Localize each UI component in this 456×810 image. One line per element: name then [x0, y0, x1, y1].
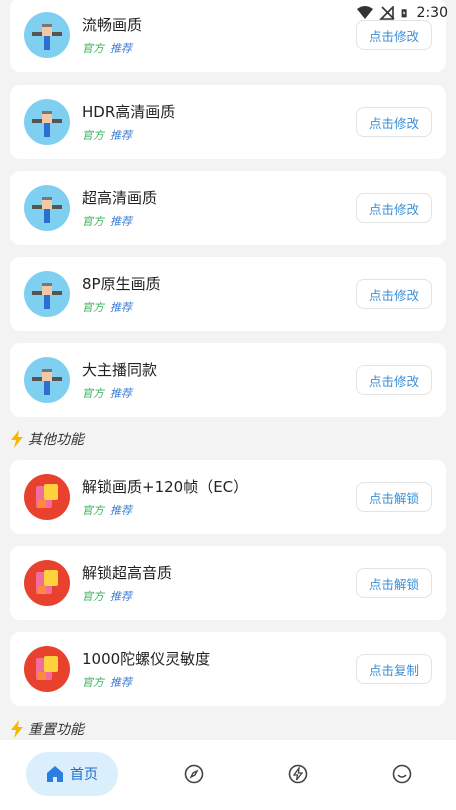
tag-official: 官方	[82, 215, 104, 228]
list-item[interactable]: HDR高清画质 官方 推荐 点击修改	[10, 85, 446, 159]
tag-official: 官方	[82, 42, 104, 55]
modify-button[interactable]: 点击修改	[356, 365, 432, 395]
smile-icon[interactable]	[392, 764, 412, 784]
modify-button[interactable]: 点击修改	[356, 107, 432, 137]
tag-official: 官方	[82, 129, 104, 142]
bottom-nav: 首页	[0, 740, 456, 810]
tag-official: 官方	[82, 387, 104, 400]
tag-recommend: 推荐	[110, 129, 132, 142]
item-title: 8P原生画质	[82, 275, 161, 293]
section-header-reset: 重置功能	[10, 718, 84, 740]
nav-home-label: 首页	[70, 767, 98, 783]
tag-recommend: 推荐	[110, 676, 132, 689]
tools-icon	[24, 271, 70, 317]
tools-icon	[24, 99, 70, 145]
tag-official: 官方	[82, 676, 104, 689]
puzzle-icon	[24, 646, 70, 692]
tag-recommend: 推荐	[110, 590, 132, 603]
item-title: 超高清画质	[82, 189, 158, 207]
tag-recommend: 推荐	[110, 301, 132, 314]
item-title: 解锁超高音质	[82, 564, 173, 582]
compass-icon[interactable]	[184, 764, 204, 784]
item-title: 解锁画质+120帧（EC）	[82, 478, 249, 496]
tag-recommend: 推荐	[110, 215, 132, 228]
list-item[interactable]: 1000陀螺仪灵敏度 官方 推荐 点击复制	[10, 632, 446, 706]
tag-recommend: 推荐	[110, 504, 132, 517]
item-title: 1000陀螺仪灵敏度	[82, 650, 211, 668]
puzzle-icon	[24, 474, 70, 520]
tools-icon	[24, 357, 70, 403]
status-bar: 2:30	[356, 0, 456, 26]
status-time: 2:30	[416, 5, 448, 21]
list-item[interactable]: 8P原生画质 官方 推荐 点击修改	[10, 257, 446, 331]
wifi-icon	[356, 6, 373, 19]
bolt-icon	[11, 720, 23, 738]
list-item[interactable]: 大主播同款 官方 推荐 点击修改	[10, 343, 446, 417]
item-title: 流畅画质	[82, 16, 143, 34]
modify-button[interactable]: 点击修改	[356, 279, 432, 309]
home-icon	[47, 766, 63, 782]
tag-recommend: 推荐	[110, 387, 132, 400]
item-title: 大主播同款	[82, 361, 158, 379]
puzzle-icon	[24, 560, 70, 606]
tools-icon	[24, 12, 70, 58]
item-title: HDR高清画质	[82, 103, 176, 121]
section-title: 其他功能	[28, 432, 84, 448]
unlock-button[interactable]: 点击解锁	[356, 568, 432, 598]
unlock-button[interactable]: 点击解锁	[356, 482, 432, 512]
section-header-other: 其他功能	[10, 428, 84, 450]
list-item[interactable]: 解锁画质+120帧（EC） 官方 推荐 点击解锁	[10, 460, 446, 534]
nav-home[interactable]: 首页	[26, 752, 118, 796]
tag-recommend: 推荐	[110, 42, 132, 55]
battery-charging-icon	[401, 9, 407, 18]
bolt-icon	[11, 430, 23, 448]
tag-official: 官方	[82, 504, 104, 517]
bolt-icon[interactable]	[288, 764, 308, 784]
list-item[interactable]: 超高清画质 官方 推荐 点击修改	[10, 171, 446, 245]
tools-icon	[24, 185, 70, 231]
modify-button[interactable]: 点击修改	[356, 193, 432, 223]
list-item[interactable]: 解锁超高音质 官方 推荐 点击解锁	[10, 546, 446, 620]
copy-button[interactable]: 点击复制	[356, 654, 432, 684]
tag-official: 官方	[82, 301, 104, 314]
tag-official: 官方	[82, 590, 104, 603]
no-signal-icon	[378, 6, 395, 20]
section-title: 重置功能	[28, 722, 84, 738]
